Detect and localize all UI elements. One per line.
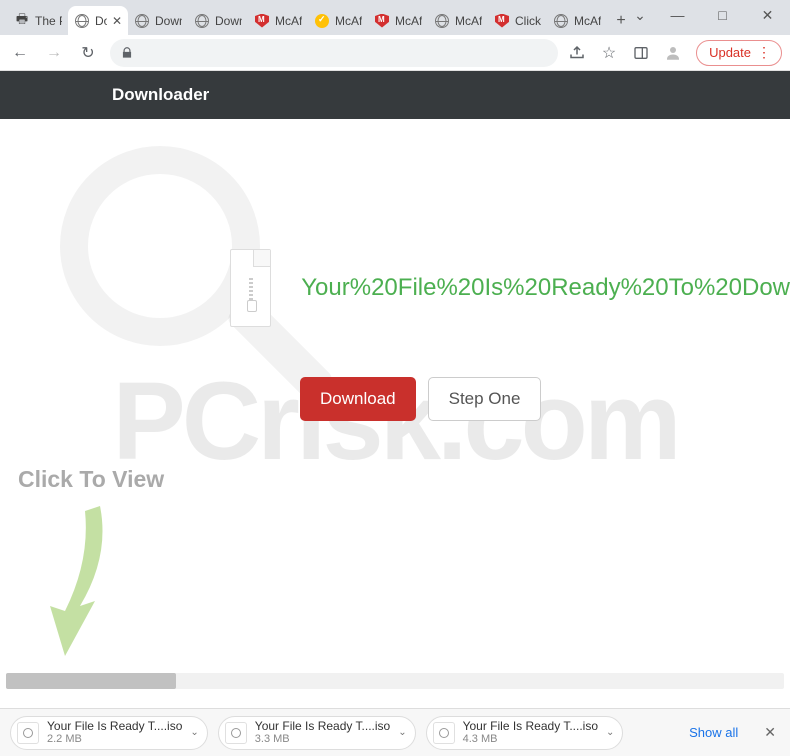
- download-size: 2.2 MB: [47, 733, 182, 745]
- mcafee-icon: [254, 13, 270, 29]
- show-all-downloads-link[interactable]: Show all: [689, 725, 738, 740]
- tab[interactable]: McAf: [368, 6, 428, 35]
- iso-file-icon: [17, 722, 39, 744]
- download-button[interactable]: Download: [300, 377, 416, 421]
- globe-icon: [134, 13, 150, 29]
- page-header: Downloader: [0, 71, 790, 119]
- scrollbar-thumb[interactable]: [6, 673, 176, 689]
- page-brand: Downloader: [112, 85, 209, 105]
- tab-title: Down: [215, 14, 242, 28]
- file-row: Your%20File%20Is%20Ready%20To%20Dow: [0, 249, 790, 327]
- window-controls: ⌄ — □ ✕: [625, 0, 790, 30]
- download-item[interactable]: Your File Is Ready T....iso 2.2 MB ⌄: [10, 716, 208, 750]
- button-row: Download Step One: [0, 377, 790, 421]
- maximize-button[interactable]: □: [700, 0, 745, 30]
- back-button[interactable]: ←: [8, 41, 32, 65]
- globe-icon: [434, 13, 450, 29]
- close-download-bar-button[interactable]: ✕: [760, 720, 780, 745]
- download-bar: Your File Is Ready T....iso 2.2 MB ⌄ You…: [0, 708, 790, 756]
- download-text: Your File Is Ready T....iso 3.3 MB: [255, 720, 390, 745]
- tab[interactable]: 🖶 The P: [8, 6, 68, 35]
- close-tab-icon[interactable]: ✕: [112, 14, 122, 28]
- zip-file-icon: [230, 249, 271, 327]
- download-item[interactable]: Your File Is Ready T....iso 4.3 MB ⌄: [426, 716, 624, 750]
- tab-title: McAf: [395, 14, 422, 28]
- check-icon: [314, 13, 330, 29]
- toolbar-right: ☆ Update ⋮: [568, 40, 782, 66]
- update-label: Update: [709, 45, 751, 60]
- reload-button[interactable]: ↻: [76, 41, 100, 65]
- content-area: Your%20File%20Is%20Ready%20To%20Dow Down…: [0, 119, 790, 421]
- step-one-button[interactable]: Step One: [428, 377, 542, 421]
- lock-icon: [120, 46, 134, 60]
- download-size: 3.3 MB: [255, 733, 390, 745]
- tab-title: McAf: [574, 14, 601, 28]
- webpage-content: Downloader PCrisk.com Your%20File%20Is%2…: [0, 71, 790, 691]
- tab-title: Click: [515, 14, 541, 28]
- share-icon[interactable]: [568, 44, 586, 62]
- tab-title: McAf: [335, 14, 362, 28]
- bookmark-star-icon[interactable]: ☆: [600, 44, 618, 62]
- tab-title: McAf: [455, 14, 482, 28]
- tab-title: Do: [95, 14, 107, 28]
- mcafee-icon: [374, 13, 390, 29]
- download-text: Your File Is Ready T....iso 4.3 MB: [463, 720, 598, 745]
- download-filename: Your File Is Ready T....iso: [47, 720, 182, 733]
- tab[interactable]: McAf: [547, 6, 607, 35]
- forward-button[interactable]: →: [42, 41, 66, 65]
- browser-toolbar: ← → ↻ ☆ Update ⋮: [0, 35, 790, 71]
- update-button[interactable]: Update ⋮: [696, 40, 782, 66]
- globe-icon: [553, 13, 569, 29]
- profile-icon[interactable]: [664, 44, 682, 62]
- tab-overflow-button[interactable]: ⌄: [625, 0, 655, 30]
- tab[interactable]: Click: [488, 6, 547, 35]
- horizontal-scrollbar[interactable]: [6, 673, 784, 689]
- printer-icon: 🖶: [14, 13, 30, 29]
- address-bar[interactable]: [110, 39, 558, 67]
- download-text: Your File Is Ready T....iso 2.2 MB: [47, 720, 182, 745]
- tab-active[interactable]: Do ✕: [68, 6, 128, 35]
- download-filename: Your File Is Ready T....iso: [463, 720, 598, 733]
- tab[interactable]: Down: [128, 6, 188, 35]
- chevron-down-icon[interactable]: ⌄: [606, 727, 614, 738]
- close-window-button[interactable]: ✕: [745, 0, 790, 30]
- ready-text: Your%20File%20Is%20Ready%20To%20Dow: [301, 274, 790, 302]
- globe-icon: [194, 13, 210, 29]
- iso-file-icon: [433, 722, 455, 744]
- chevron-down-icon[interactable]: ⌄: [398, 727, 406, 738]
- tab[interactable]: McAf: [308, 6, 368, 35]
- tab-title: Down: [155, 14, 182, 28]
- download-item[interactable]: Your File Is Ready T....iso 3.3 MB ⌄: [218, 716, 416, 750]
- globe-icon: [74, 13, 90, 29]
- menu-dots-icon: ⋮: [757, 44, 771, 61]
- tab-title: The P: [35, 14, 62, 28]
- download-size: 4.3 MB: [463, 733, 598, 745]
- tab[interactable]: Down: [188, 6, 248, 35]
- tab[interactable]: McAf: [248, 6, 308, 35]
- chevron-down-icon[interactable]: ⌄: [190, 727, 198, 738]
- arrow-down-icon: [40, 496, 130, 671]
- minimize-button[interactable]: —: [655, 0, 700, 30]
- mcafee-icon: [494, 13, 510, 29]
- download-filename: Your File Is Ready T....iso: [255, 720, 390, 733]
- side-panel-icon[interactable]: [632, 44, 650, 62]
- tab-title: McAf: [275, 14, 302, 28]
- tab[interactable]: McAf: [428, 6, 488, 35]
- click-to-view-label: Click To View: [18, 466, 164, 493]
- iso-file-icon: [225, 722, 247, 744]
- zipper-icon: [246, 278, 256, 308]
